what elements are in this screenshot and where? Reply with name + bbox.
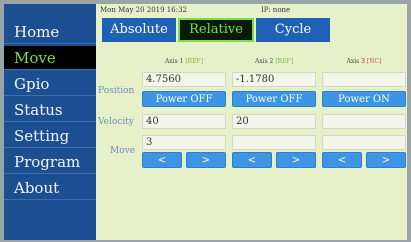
axis-1-tag: [REF]	[185, 58, 204, 65]
sidebar: Home Move Gpio Status Setting Program Ab…	[4, 4, 96, 240]
ip-label: IP: none	[261, 6, 291, 14]
sidebar-item-program[interactable]: Program	[4, 150, 96, 174]
axis-1-move-field[interactable]: 3	[142, 135, 226, 150]
axis-1-power-button[interactable]: Power OFF	[142, 91, 226, 107]
sidebar-item-gpio[interactable]: Gpio	[4, 72, 96, 96]
velocity-label: Velocity	[98, 117, 134, 127]
axis-2-header: Axis 2 [REF]	[232, 58, 316, 65]
axis-2-tag: [REF]	[275, 58, 294, 65]
axis-3-move-field[interactable]	[322, 135, 406, 150]
axis-1-move-right-button[interactable]: >	[186, 152, 226, 168]
axis-1-move-left-button[interactable]: <	[142, 152, 182, 168]
sidebar-item-move[interactable]: Move	[4, 46, 96, 70]
axes-panel: Axis 1 [REF] Axis 2 [REF] Axis 3 [NC] Po…	[96, 44, 407, 240]
axis-1-name: Axis 1	[164, 58, 184, 65]
sidebar-item-setting[interactable]: Setting	[4, 124, 96, 148]
tab-cycle[interactable]: Cycle	[256, 18, 330, 42]
axis-3-tag: [NC]	[366, 58, 382, 65]
axis-3-header: Axis 3 [NC]	[322, 58, 406, 65]
datetime-label: Mon May 20 2019 16:32	[100, 6, 187, 14]
axis-1-velocity-field[interactable]: 40	[142, 114, 226, 129]
axis-2-position-field: -1.1780	[232, 72, 316, 87]
axis-1-position-field: 4.7560	[142, 72, 226, 87]
axis-1-header: Axis 1 [REF]	[142, 58, 226, 65]
axis-3-power-button[interactable]: Power ON	[322, 91, 406, 107]
axis-2-power-button[interactable]: Power OFF	[232, 91, 316, 107]
axis-3-name: Axis 3	[346, 58, 365, 65]
tab-absolute[interactable]: Absolute	[102, 18, 176, 42]
axis-2-move-right-button[interactable]: >	[276, 152, 316, 168]
axis-3-move-right-button[interactable]: >	[366, 152, 406, 168]
sidebar-item-home[interactable]: Home	[4, 20, 96, 44]
hmi-screen: Home Move Gpio Status Setting Program Ab…	[4, 4, 407, 240]
tab-relative[interactable]: Relative	[178, 18, 254, 42]
sidebar-item-status[interactable]: Status	[4, 98, 96, 122]
axis-3-position-field	[322, 72, 406, 87]
move-label: Move	[110, 146, 136, 156]
axis-2-name: Axis 2	[254, 58, 274, 65]
axis-2-move-field[interactable]	[232, 135, 316, 150]
axis-2-move-left-button[interactable]: <	[232, 152, 272, 168]
axis-2-velocity-field[interactable]: 20	[232, 114, 316, 129]
axis-3-velocity-field[interactable]	[322, 114, 406, 129]
position-label: Position	[98, 86, 135, 96]
sidebar-item-about[interactable]: About	[4, 176, 96, 200]
axis-3-move-left-button[interactable]: <	[322, 152, 362, 168]
status-bar: Mon May 20 2019 16:32 IP: none	[96, 4, 407, 16]
